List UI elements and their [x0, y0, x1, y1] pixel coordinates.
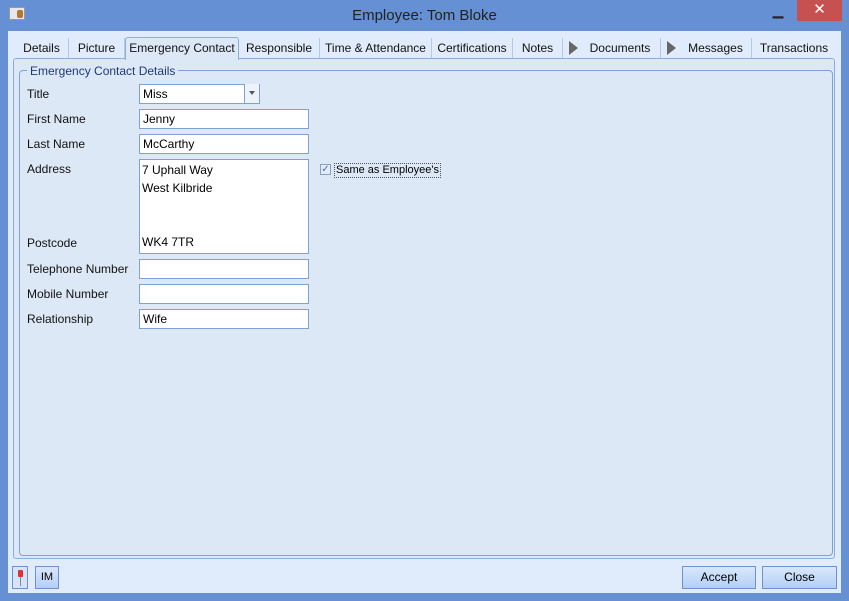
- tab-details[interactable]: Details: [15, 38, 69, 59]
- tab-documents[interactable]: Documents: [580, 38, 661, 59]
- group-title: Emergency Contact Details: [27, 64, 179, 78]
- last-name-label: Last Name: [27, 137, 86, 151]
- tab-messages[interactable]: Messages: [680, 38, 752, 59]
- address-line: 7 Uphall Way: [142, 163, 213, 177]
- accept-button[interactable]: Accept: [682, 566, 756, 589]
- address-line: West Kilbride: [142, 181, 213, 195]
- relationship-label: Relationship: [27, 312, 94, 326]
- tab-responsible[interactable]: Responsible: [239, 38, 320, 59]
- tab-transactions[interactable]: Transactions: [752, 38, 836, 59]
- mobile-input[interactable]: [139, 284, 309, 304]
- tab-notes[interactable]: Notes: [513, 38, 563, 59]
- tab-picture[interactable]: Picture: [69, 38, 125, 59]
- same-as-employee-label[interactable]: Same as Employee's: [334, 163, 441, 178]
- title-select[interactable]: Miss: [139, 84, 260, 104]
- postcode-label: Postcode: [27, 236, 78, 250]
- tab-certifications[interactable]: Certifications: [432, 38, 513, 59]
- close-window-button[interactable]: ✕: [797, 0, 842, 21]
- close-button[interactable]: Close: [762, 566, 837, 589]
- tab-time-attendance[interactable]: Time & Attendance: [320, 38, 432, 59]
- first-name-input[interactable]: Jenny: [139, 109, 309, 129]
- maximize-button[interactable]: [771, 0, 785, 21]
- pin-icon[interactable]: [12, 566, 28, 589]
- tab-emergency-contact[interactable]: Emergency Contact: [125, 37, 239, 60]
- mobile-label: Mobile Number: [27, 287, 109, 301]
- address-textarea[interactable]: 7 Uphall Way West Kilbride WK4 7TR: [139, 159, 309, 254]
- relationship-input[interactable]: Wife: [139, 309, 309, 329]
- telephone-input[interactable]: [139, 259, 309, 279]
- first-name-label: First Name: [27, 112, 86, 126]
- im-button[interactable]: IM: [35, 566, 59, 589]
- last-name-input[interactable]: McCarthy: [139, 134, 309, 154]
- telephone-label: Telephone Number: [27, 262, 129, 276]
- same-as-employee-checkbox[interactable]: ✓: [320, 164, 331, 175]
- expand-arrow-icon[interactable]: [569, 41, 578, 55]
- postcode-value: WK4 7TR: [142, 235, 195, 249]
- chevron-down-icon[interactable]: [244, 84, 259, 103]
- address-label: Address: [27, 162, 72, 176]
- expand-arrow-icon[interactable]: [667, 41, 676, 55]
- title-label: Title: [27, 87, 50, 101]
- window-title: Employee: Tom Bloke: [352, 7, 497, 24]
